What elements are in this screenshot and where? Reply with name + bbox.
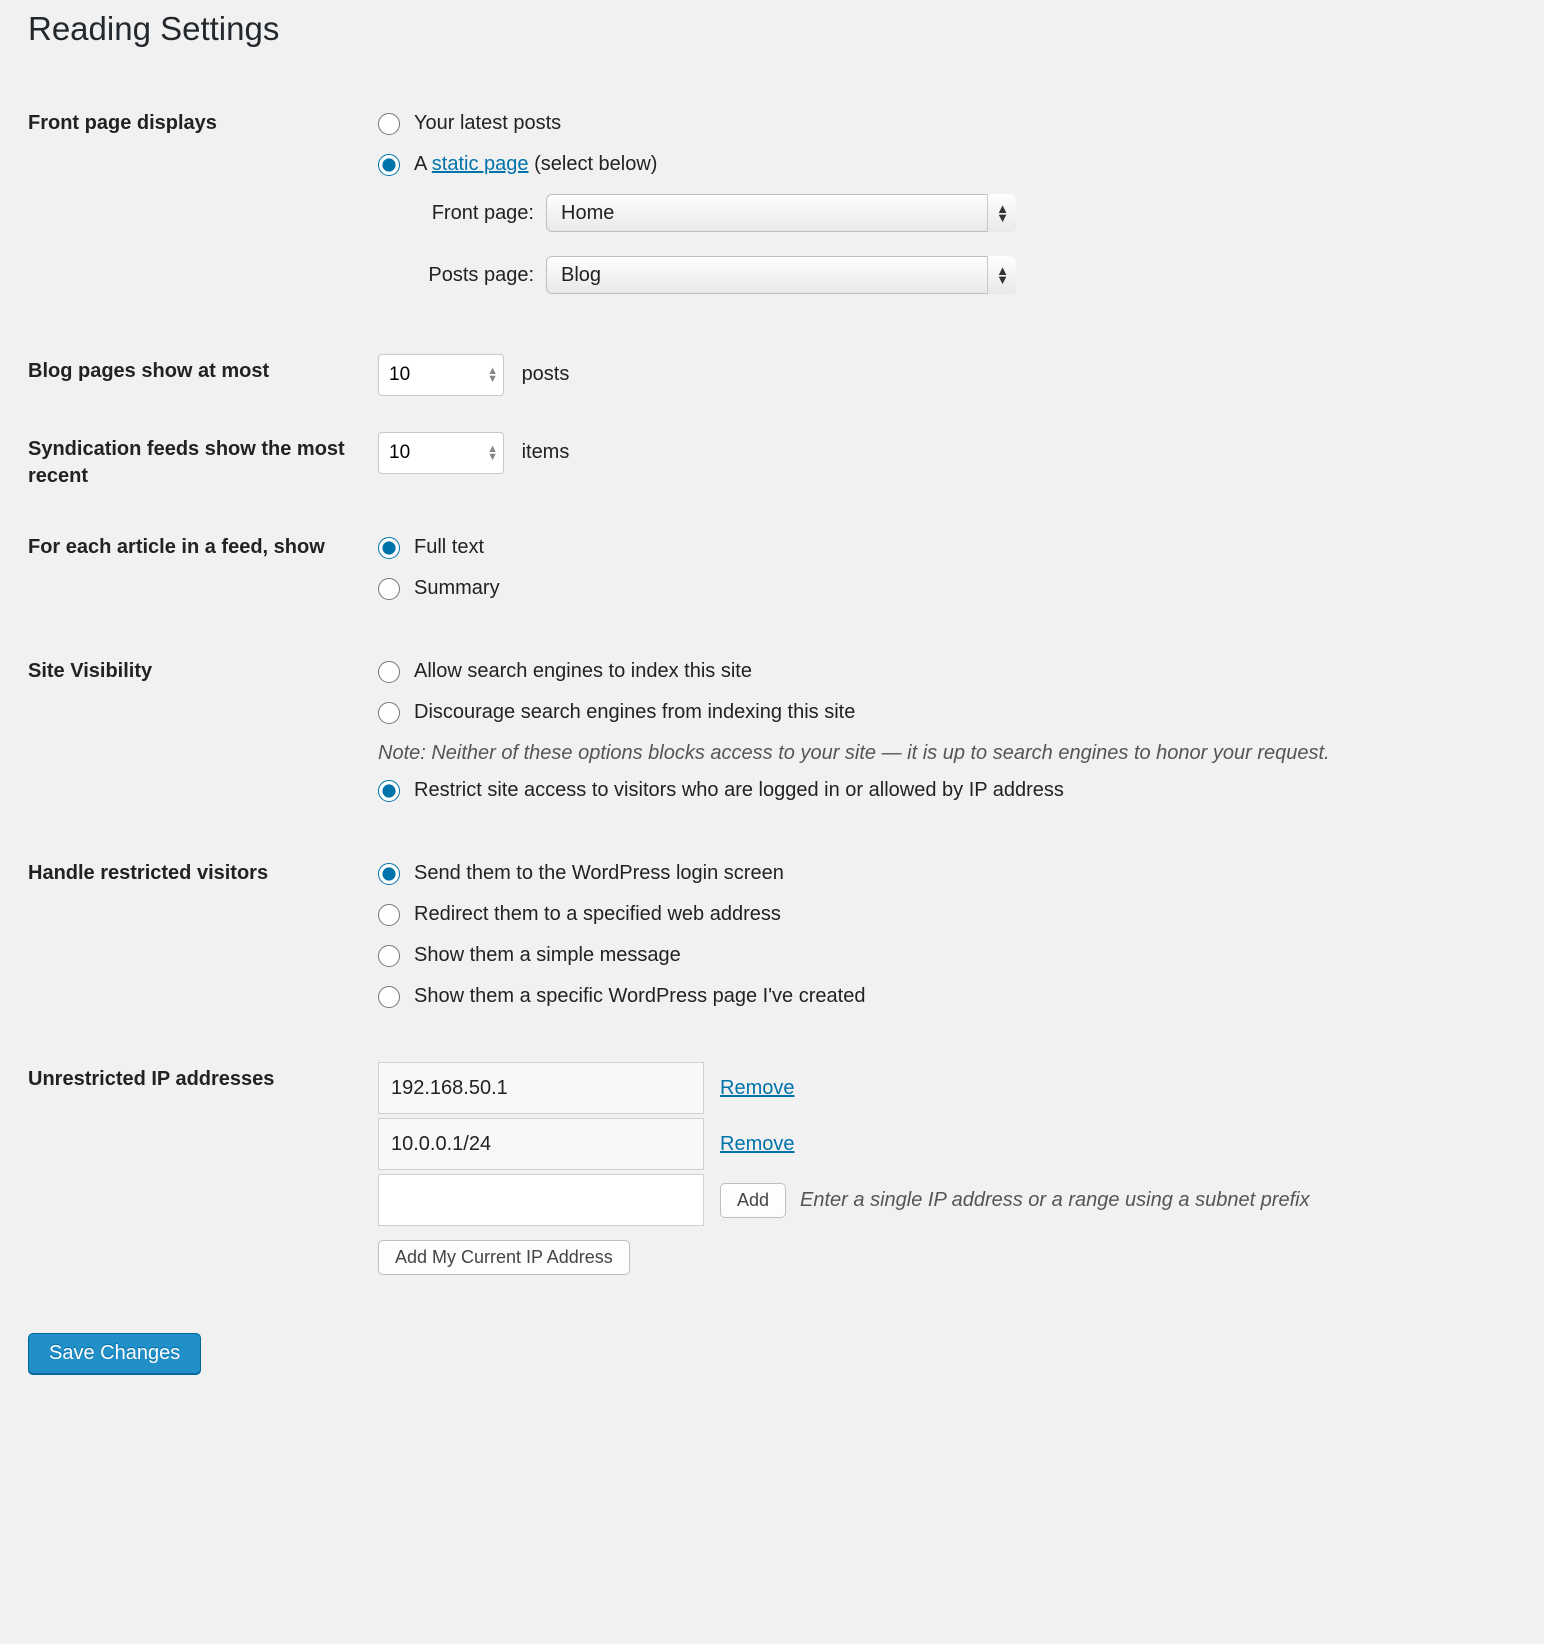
radio-full-text[interactable] — [378, 537, 400, 559]
radio-restrict-access[interactable] — [378, 780, 400, 802]
ip-input-1[interactable] — [378, 1118, 704, 1170]
front-page-select[interactable]: Home — [546, 194, 1016, 232]
site-visibility-note: Note: Neither of these options blocks ac… — [378, 742, 1506, 765]
blog-pages-unit: posts — [522, 363, 570, 385]
blog-pages-input[interactable] — [378, 354, 504, 396]
ip-input-0[interactable] — [378, 1062, 704, 1114]
add-current-ip-button[interactable]: Add My Current IP Address — [378, 1240, 630, 1275]
save-changes-button[interactable]: Save Changes — [28, 1333, 201, 1374]
radio-label-redirect: Redirect them to a specified web address — [414, 903, 781, 926]
radio-simple-message[interactable] — [378, 945, 400, 967]
row-label-site-visibility: Site Visibility — [28, 636, 378, 838]
posts-page-select-label: Posts page: — [404, 264, 534, 287]
radio-static-page[interactable] — [378, 154, 400, 176]
radio-summary[interactable] — [378, 578, 400, 600]
radio-label-restrict-access: Restrict site access to visitors who are… — [414, 779, 1064, 802]
radio-allow-search[interactable] — [378, 661, 400, 683]
radio-label-full-text: Full text — [414, 536, 484, 559]
radio-latest-posts[interactable] — [378, 113, 400, 135]
radio-label-summary: Summary — [414, 577, 500, 600]
row-label-ip: Unrestricted IP addresses — [28, 1044, 378, 1293]
row-label-restricted: Handle restricted visitors — [28, 838, 378, 1044]
remove-ip-0[interactable]: Remove — [720, 1077, 794, 1100]
ip-hint: Enter a single IP address or a range usi… — [800, 1189, 1310, 1212]
syndication-input[interactable] — [378, 432, 504, 474]
row-label-front-page: Front page displays — [28, 88, 378, 336]
radio-send-login[interactable] — [378, 863, 400, 885]
radio-label-allow-search: Allow search engines to index this site — [414, 660, 752, 683]
radio-label-static-page: A static page (select below) — [414, 153, 657, 176]
radio-label-simple-message: Show them a simple message — [414, 944, 681, 967]
remove-ip-1[interactable]: Remove — [720, 1133, 794, 1156]
add-ip-button[interactable]: Add — [720, 1183, 786, 1218]
syndication-unit: items — [522, 441, 570, 463]
row-label-syndication: Syndication feeds show the most recent — [28, 414, 378, 512]
row-label-feed-content: For each article in a feed, show — [28, 512, 378, 636]
front-page-select-label: Front page: — [404, 202, 534, 225]
page-title: Reading Settings — [28, 10, 1516, 48]
posts-page-select[interactable]: Blog — [546, 256, 1016, 294]
radio-specific-page[interactable] — [378, 986, 400, 1008]
radio-label-send-login: Send them to the WordPress login screen — [414, 862, 784, 885]
ip-input-new[interactable] — [378, 1174, 704, 1226]
radio-label-specific-page: Show them a specific WordPress page I've… — [414, 985, 865, 1008]
static-page-link[interactable]: static page — [432, 153, 529, 175]
static-prefix: A — [414, 153, 432, 175]
row-label-blog-pages: Blog pages show at most — [28, 336, 378, 414]
radio-label-latest-posts: Your latest posts — [414, 112, 561, 135]
static-suffix: (select below) — [529, 153, 658, 175]
radio-redirect[interactable] — [378, 904, 400, 926]
radio-label-discourage-search: Discourage search engines from indexing … — [414, 701, 855, 724]
radio-discourage-search[interactable] — [378, 702, 400, 724]
